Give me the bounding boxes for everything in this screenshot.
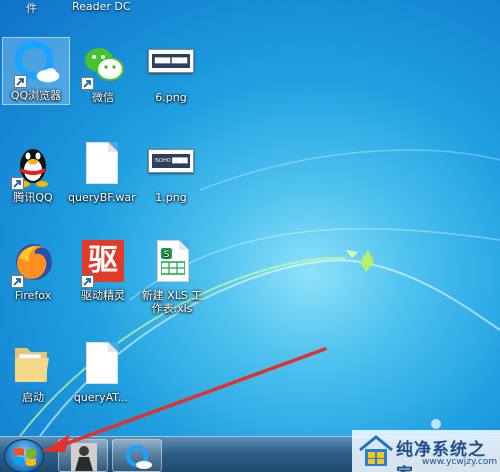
desktop-icon-querybf[interactable]: queryBF.war xyxy=(68,140,136,204)
desktop-top-row: 件 Reader DC xyxy=(0,0,500,18)
thumbnail-text: ████ ████ xyxy=(152,54,190,68)
spreadsheet-icon: S xyxy=(148,238,196,286)
icon-label: 新建 XLS 工 作表.xls xyxy=(141,289,203,315)
taskbar-app-avatar[interactable] xyxy=(58,439,108,472)
start-button[interactable] xyxy=(4,439,44,472)
icon-label: 6.png xyxy=(155,91,187,104)
shortcut-arrow-icon xyxy=(81,275,94,288)
file-icon xyxy=(77,340,125,388)
desktop: 件 Reader DC QQ浏览器 微信 ████ ████ 6.png 腾讯Q… xyxy=(0,0,500,472)
qq-penguin-icon xyxy=(9,140,57,190)
icon-label: 驱动精灵 xyxy=(81,289,125,302)
image-thumbnail-icon: ████ ████ xyxy=(147,40,195,88)
shortcut-arrow-icon xyxy=(81,77,94,90)
person-photo-icon xyxy=(71,443,97,471)
windows-logo-icon xyxy=(14,448,36,466)
wechat-icon xyxy=(79,40,127,90)
icon-label: 启动 xyxy=(22,391,44,404)
icon-label: queryAT... xyxy=(73,391,129,404)
watermark-url: www.ycwjzy.com xyxy=(422,457,498,467)
site-watermark: 纯净系统之家 www.ycwjzy.com xyxy=(352,430,500,472)
image-thumbnail-icon: ISOHO ████ xyxy=(147,140,195,188)
driver-genius-icon: 驱 xyxy=(79,238,127,288)
desktop-icon-qidong[interactable]: 启动 xyxy=(0,340,66,404)
desktop-icon-xls[interactable]: S 新建 XLS 工 作表.xls xyxy=(136,238,208,315)
desktop-icon-tencent-qq[interactable]: 腾讯QQ xyxy=(0,140,66,204)
thumbnail-text: ISOHO ████ xyxy=(152,154,190,168)
top-icon-label[interactable]: 件 xyxy=(26,0,37,16)
shortcut-arrow-icon xyxy=(11,275,24,288)
icon-label: 微信 xyxy=(92,91,114,104)
svg-text:S: S xyxy=(164,250,170,260)
taskbar-app-qq-browser[interactable] xyxy=(112,439,162,472)
desktop-icon-1png[interactable]: ISOHO ████ 1.png xyxy=(138,140,204,204)
icon-label: QQ浏览器 xyxy=(10,89,62,102)
desktop-icon-6png[interactable]: ████ ████ 6.png xyxy=(138,40,204,104)
icon-label: Firefox xyxy=(14,289,52,302)
icon-label: queryBF.war xyxy=(68,191,136,204)
desktop-icon-queryat[interactable]: queryAT... xyxy=(68,340,134,404)
icon-label: 腾讯QQ xyxy=(13,191,53,204)
house-logo-icon xyxy=(359,435,393,466)
file-icon xyxy=(77,140,125,188)
desktop-icon-qudong[interactable]: 驱 驱动精灵 xyxy=(70,238,136,302)
desktop-icon-qq-browser[interactable]: QQ浏览器 xyxy=(2,37,70,105)
desktop-icon-firefox[interactable]: Firefox xyxy=(0,238,66,302)
qq-browser-icon xyxy=(12,38,60,88)
qq-browser-icon xyxy=(126,445,152,469)
shortcut-arrow-icon xyxy=(14,75,27,88)
folder-icon xyxy=(9,340,57,388)
top-icon-label[interactable]: Reader DC xyxy=(72,0,131,13)
desktop-icon-wechat[interactable]: 微信 xyxy=(70,40,136,104)
shortcut-arrow-icon xyxy=(11,177,24,190)
icon-label: 1.png xyxy=(155,191,187,204)
firefox-icon xyxy=(9,238,57,288)
